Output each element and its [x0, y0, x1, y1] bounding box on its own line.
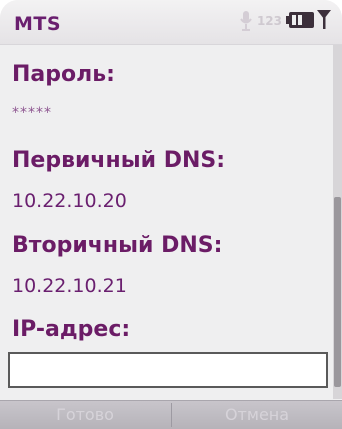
microphone-icon [240, 11, 252, 31]
secondary-dns-label: Вторичный DNS: [12, 233, 223, 258]
form-content: Пароль: ***** Первичный DNS: 10.22.10.20… [0, 45, 342, 399]
password-value: ***** [12, 105, 52, 121]
cancel-softkey[interactable]: Отмена [172, 401, 342, 429]
phone-screen: MTS 123 Пароль: ***** Первичный DNS: 10.… [0, 0, 342, 429]
scroll-thumb[interactable] [334, 197, 341, 387]
ip-address-input[interactable] [8, 352, 328, 388]
primary-dns-label: Первичный DNS: [12, 148, 226, 173]
primary-dns-value: 10.22.10.20 [12, 190, 127, 212]
ip-address-label: IP-адрес: [12, 317, 131, 342]
operator-name: MTS [14, 13, 62, 35]
scrollbar[interactable] [333, 45, 342, 399]
softkey-bar: Готово Отмена [0, 400, 342, 429]
status-indicator-text: 123 [256, 14, 282, 28]
secondary-dns-value: 10.22.10.21 [12, 275, 127, 297]
battery-icon [286, 12, 314, 28]
password-label: Пароль: [12, 62, 115, 87]
status-bar: MTS 123 [0, 0, 342, 45]
signal-icon [317, 10, 331, 29]
status-icons: 123 [212, 8, 332, 34]
done-softkey[interactable]: Готово [0, 401, 170, 429]
